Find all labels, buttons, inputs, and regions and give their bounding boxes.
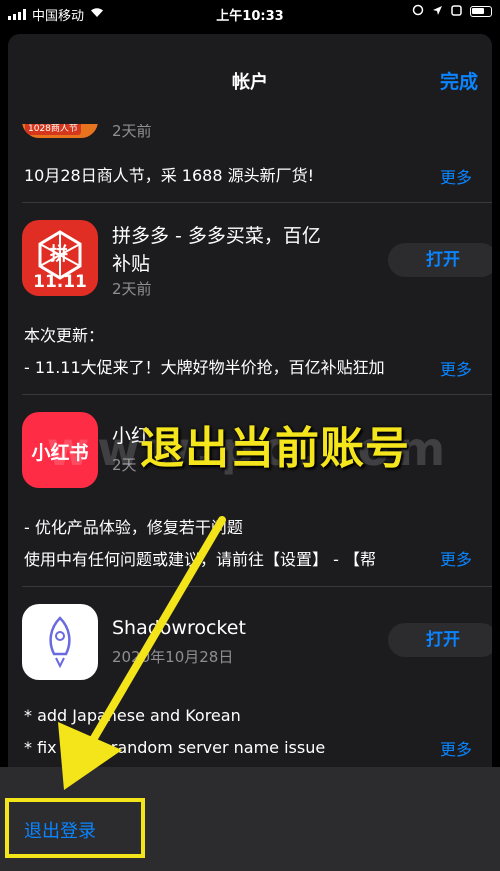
more-button[interactable]: 更多: [440, 164, 472, 188]
page-title: 帐户: [232, 72, 268, 93]
alarm-icon: [451, 4, 462, 19]
open-button[interactable]: 打开: [388, 243, 492, 277]
orientation-lock-icon: [412, 4, 424, 19]
done-button[interactable]: 完成: [440, 67, 478, 94]
update-note: 本次更新：: [24, 326, 105, 345]
app-icon-pinduoduo[interactable]: 拼 11.11: [22, 220, 98, 296]
app-date: 2020年10月28日: [112, 648, 234, 666]
nav-bar: 帐户 完成: [8, 34, 492, 124]
app-name: 拼多多 - 多多买菜，百亿 补贴: [112, 222, 321, 278]
divider: [22, 394, 492, 395]
more-button[interactable]: 更多: [440, 736, 472, 760]
app-icon-mark: 拼: [50, 244, 68, 265]
more-button[interactable]: 更多: [440, 356, 472, 380]
status-bar: 中国移动 上午10:33: [0, 0, 500, 26]
open-button[interactable]: 打开: [388, 623, 492, 657]
overlay-caption: 退出当前账号: [140, 423, 410, 474]
update-note: 使用中有任何问题或建议，请前往【设置】 - 【帮: [24, 550, 376, 569]
app-icon-label: 11.11: [33, 272, 87, 292]
divider: [22, 586, 492, 587]
location-icon: [432, 5, 443, 19]
divider: [22, 202, 492, 203]
highlight-box: [5, 798, 145, 858]
update-note: - 优化产品体验，修复若干问题: [24, 518, 243, 537]
more-button[interactable]: 更多: [440, 546, 472, 570]
update-note: * fix client random server name issue: [24, 738, 326, 757]
app-name-line: 补贴: [112, 253, 151, 275]
app-name-line: 拼多多 - 多多买菜，百亿: [112, 225, 321, 247]
app-name: Shadowrocket: [112, 617, 246, 639]
update-note: * add Japanese and Korean: [24, 706, 241, 725]
app-icon-shadowrocket[interactable]: [22, 604, 98, 680]
app-date: 2天前: [112, 280, 152, 298]
update-note: - 11.11大促来了！大牌好物半价抢，百亿补贴狂加: [24, 358, 385, 377]
battery-icon: [470, 6, 492, 17]
update-note: 10月28日商人节，采 1688 源头新厂货!: [24, 166, 315, 185]
